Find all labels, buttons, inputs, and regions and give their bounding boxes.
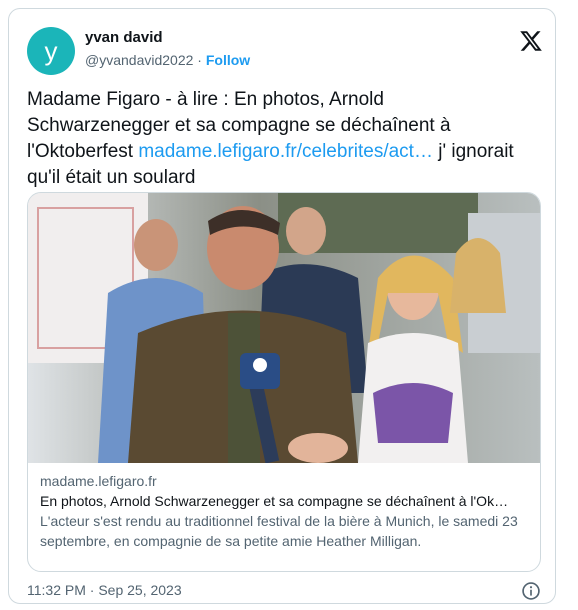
tweet-link[interactable]: madame.lefigaro.fr/celebrites/act… bbox=[138, 141, 433, 162]
tweet-text: Madame Figaro - à lire : En photos, Arno… bbox=[27, 87, 547, 191]
avatar-letter: y bbox=[44, 35, 58, 66]
x-logo-icon[interactable] bbox=[519, 29, 543, 53]
handle-row: @yvandavid2022 · Follow bbox=[85, 52, 250, 68]
info-icon[interactable] bbox=[521, 581, 541, 601]
tweet-card: y yvan david @yvandavid2022 · Follow Mad… bbox=[8, 8, 556, 604]
tweet-timestamp[interactable]: 11:32 PM · Sep 25, 2023 bbox=[27, 582, 182, 598]
handle[interactable]: @yvandavid2022 bbox=[85, 52, 193, 68]
display-name[interactable]: yvan david bbox=[85, 29, 163, 46]
article-photo bbox=[28, 193, 540, 463]
link-description: L'acteur s'est rendu au traditionnel fes… bbox=[40, 513, 518, 549]
follow-button[interactable]: Follow bbox=[206, 52, 250, 68]
handle-separator: · bbox=[193, 52, 206, 68]
link-title: En photos, Arnold Schwarzenegger et sa c… bbox=[40, 493, 509, 509]
link-card-meta: madame.lefigaro.fr En photos, Arnold Sch… bbox=[40, 471, 530, 551]
avatar[interactable]: y bbox=[27, 27, 75, 75]
link-preview-card[interactable]: madame.lefigaro.fr En photos, Arnold Sch… bbox=[27, 192, 541, 572]
link-domain: madame.lefigaro.fr bbox=[40, 473, 157, 489]
